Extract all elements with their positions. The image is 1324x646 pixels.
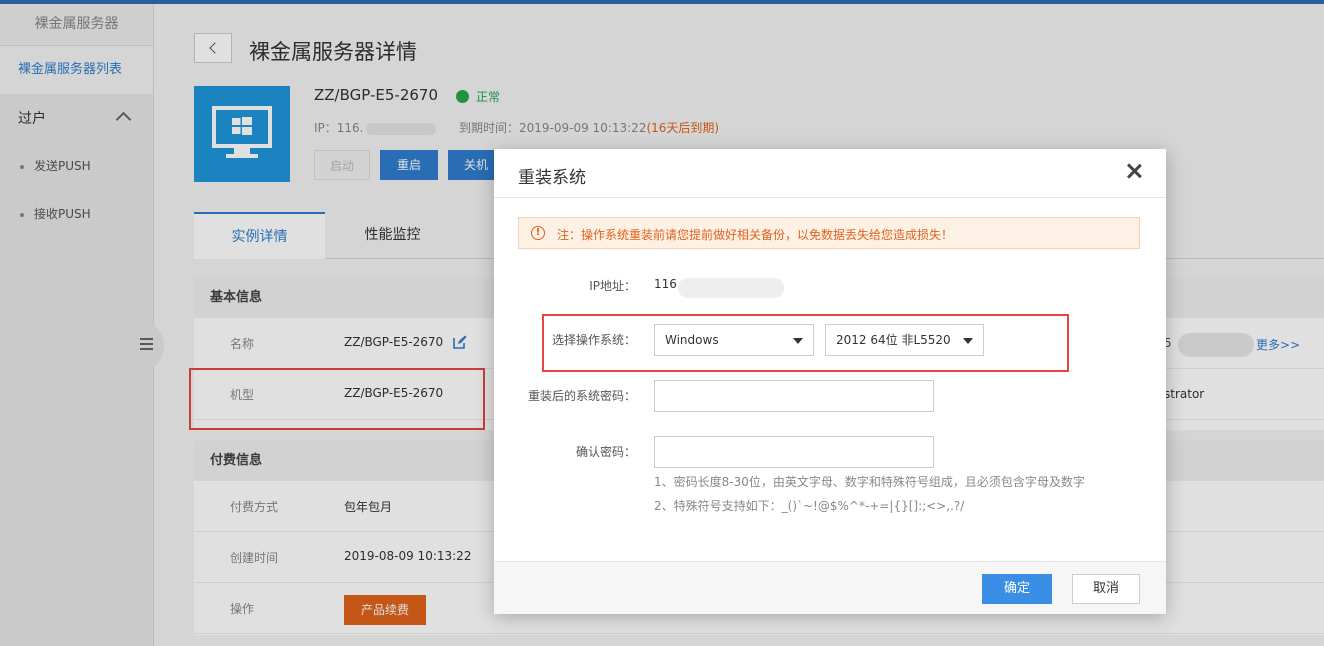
warning-notice: ! 注：操作系统重装前请您提前做好相关备份，以免数据丢失给您造成损失！	[518, 217, 1140, 249]
exclamation-icon: !	[531, 226, 545, 240]
dialog-header: 重装系统	[494, 149, 1166, 198]
os-label: 选择操作系统：	[551, 333, 636, 347]
dialog-footer: 确定 取消	[494, 561, 1166, 614]
password-input[interactable]	[654, 380, 934, 412]
confirm-password-input[interactable]	[654, 436, 934, 468]
os-version-value: 2012 64位 非L5520	[836, 333, 951, 347]
password-label: 重装后的系统密码：	[527, 389, 636, 403]
redaction-blur	[678, 278, 784, 298]
ip-value: 116.	[654, 277, 681, 291]
caret-down-icon	[963, 338, 973, 344]
notice-text: 注：操作系统重装前请您提前做好相关备份，以免数据丢失给您造成损失！	[557, 228, 954, 242]
caret-down-icon	[793, 338, 803, 344]
ip-label: IP地址：	[589, 279, 636, 293]
password-hint-1: 1、密码长度8-30位，由英文字母、数字和特殊符号组成，且必须包含字母及数字	[654, 475, 1085, 489]
password-hint-2: 2、特殊符号支持如下：_()`~!@$%^*-+=|{}[]:;<>,.?/	[654, 499, 965, 513]
close-icon[interactable]	[1124, 161, 1144, 181]
cancel-button[interactable]: 取消	[1072, 574, 1140, 604]
confirm-password-label: 确认密码：	[575, 445, 636, 459]
reinstall-dialog: 重装系统 ! 注：操作系统重装前请您提前做好相关备份，以免数据丢失给您造成损失！…	[494, 149, 1166, 614]
os-version-select[interactable]: 2012 64位 非L5520	[825, 324, 984, 356]
dialog-title: 重装系统	[518, 168, 586, 188]
os-family-value: Windows	[665, 333, 719, 347]
confirm-button[interactable]: 确定	[982, 574, 1052, 604]
os-family-select[interactable]: Windows	[654, 324, 814, 356]
